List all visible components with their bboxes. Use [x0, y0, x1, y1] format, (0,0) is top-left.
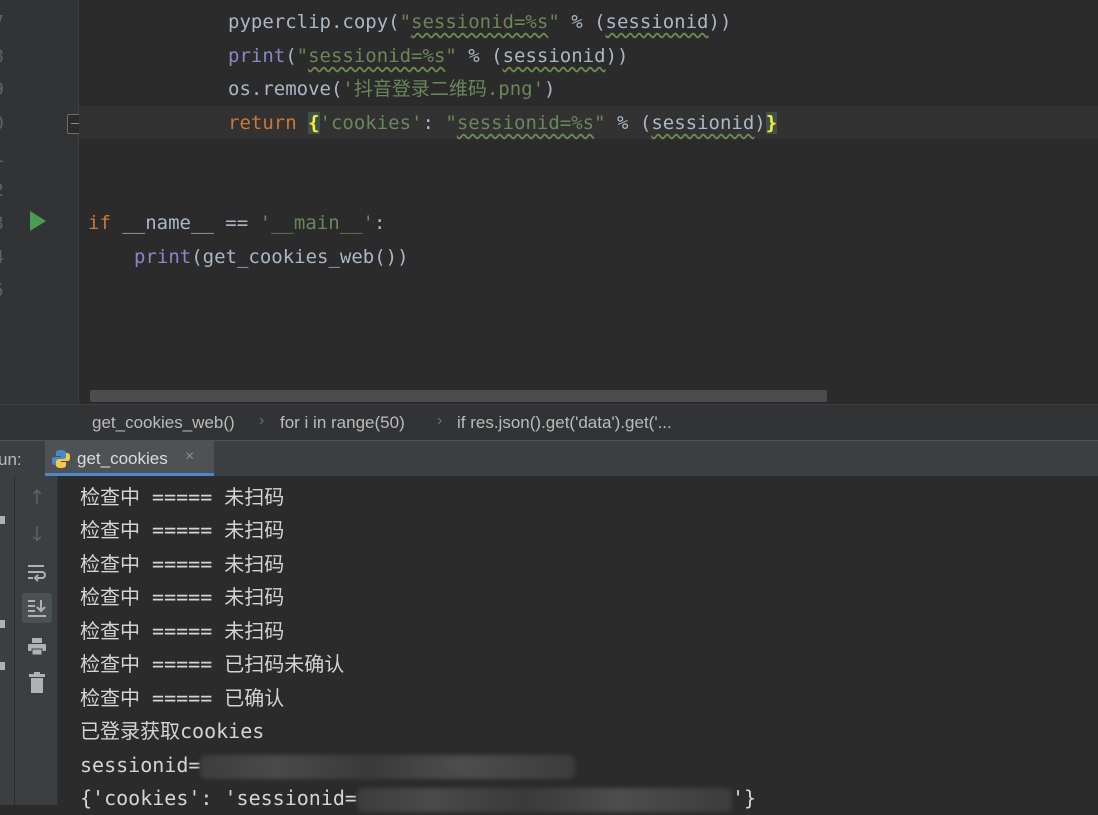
scroll-to-end-icon[interactable] [22, 593, 52, 623]
run-label: un: [0, 450, 22, 469]
code-line: print("sessionid=%s" % (sessionid)) [228, 45, 629, 67]
code-line: os.remove('抖音登录二维码.png') [228, 78, 556, 100]
code-line: if __name__ == '__main__': [88, 212, 386, 234]
console-line: 检查中 ===== 未扫码 [80, 619, 285, 643]
line-number: 2 [0, 174, 14, 207]
python-file-icon [52, 450, 70, 468]
line-number: 3 [0, 207, 14, 240]
console-line: 检查中 ===== 未扫码 [80, 585, 285, 609]
line-number: 8 [0, 40, 14, 73]
toolbar-fragment-icon[interactable] [0, 516, 5, 524]
console-line: 检查中 ===== 未扫码 [80, 552, 285, 576]
print-glyph [28, 638, 46, 656]
line-number: 7 [0, 6, 14, 39]
trash-icon[interactable] [22, 668, 52, 698]
soft-wrap-icon[interactable] [22, 557, 52, 587]
console-line: 检查中 ===== 已确认 [80, 686, 285, 710]
console-line-dict: {'cookies': 'sessionid= '} [80, 782, 756, 815]
run-main-icon[interactable] [30, 211, 46, 231]
line-number: 5 [0, 274, 14, 307]
console-line: 检查中 ===== 未扫码 [80, 518, 285, 542]
arrow-up-icon[interactable]: ↑ [22, 482, 52, 512]
redacted-value [200, 754, 576, 779]
console-line: 检查中 ===== 未扫码 [80, 485, 285, 509]
toolbar-fragment-icon[interactable] [0, 662, 5, 670]
run-toolwindow-header: un: get_cookies × [0, 440, 1098, 477]
run-outer-toolbar [0, 476, 15, 805]
code-line: return {'cookies': "sessionid=%s" % (ses… [228, 112, 778, 134]
breadcrumb-separator-icon: › [259, 412, 265, 429]
line-number: 0 [0, 107, 14, 140]
breadcrumb-item[interactable]: for i in range(50) [280, 413, 405, 433]
code-line: pyperclip.copy("sessionid=%s" % (session… [228, 11, 732, 33]
console-line: 检查中 ===== 已扫码未确认 [80, 652, 345, 676]
trash-glyph [29, 672, 45, 693]
console-output[interactable]: 检查中 ===== 未扫码 检查中 ===== 未扫码 检查中 ===== 未扫… [58, 476, 1098, 812]
horizontal-scrollbar[interactable] [90, 390, 827, 402]
toolbar-fragment-icon[interactable] [0, 620, 5, 628]
dict-prefix: {'cookies': 'sessionid= [80, 786, 357, 810]
print-icon[interactable] [22, 632, 52, 662]
scroll-to-end-glyph [28, 600, 46, 617]
run-tab-label: get_cookies [77, 449, 168, 468]
redacted-value [356, 787, 732, 812]
soft-wrap-glyph [28, 565, 46, 582]
line-number-gutter: 7 8 9 0 1 2 3 4 5 [0, 0, 79, 404]
close-icon[interactable]: × [185, 448, 194, 466]
console-line-session: sessionid= [80, 749, 576, 782]
breadcrumb-item[interactable]: if res.json().get('data').get('... [457, 413, 672, 433]
line-number: 4 [0, 241, 14, 274]
breadcrumb: get_cookies_web() › for i in range(50) ›… [0, 404, 1098, 440]
code-line: print(get_cookies_web()) [134, 246, 409, 268]
console-line: 已登录获取cookies [80, 719, 265, 743]
run-tab-get-cookies[interactable]: get_cookies × [45, 441, 214, 476]
session-prefix: sessionid= [80, 753, 201, 777]
breadcrumb-item[interactable]: get_cookies_web() [92, 413, 235, 433]
line-number: 1 [0, 140, 14, 173]
dict-suffix: '} [731, 786, 757, 810]
arrow-down-icon[interactable]: ↓ [22, 519, 52, 549]
line-number: 9 [0, 73, 14, 106]
breadcrumb-separator-icon: › [437, 412, 443, 429]
code-editor[interactable]: 7 8 9 0 1 2 3 4 5 pyperclip.copy("sessio… [0, 0, 1098, 404]
